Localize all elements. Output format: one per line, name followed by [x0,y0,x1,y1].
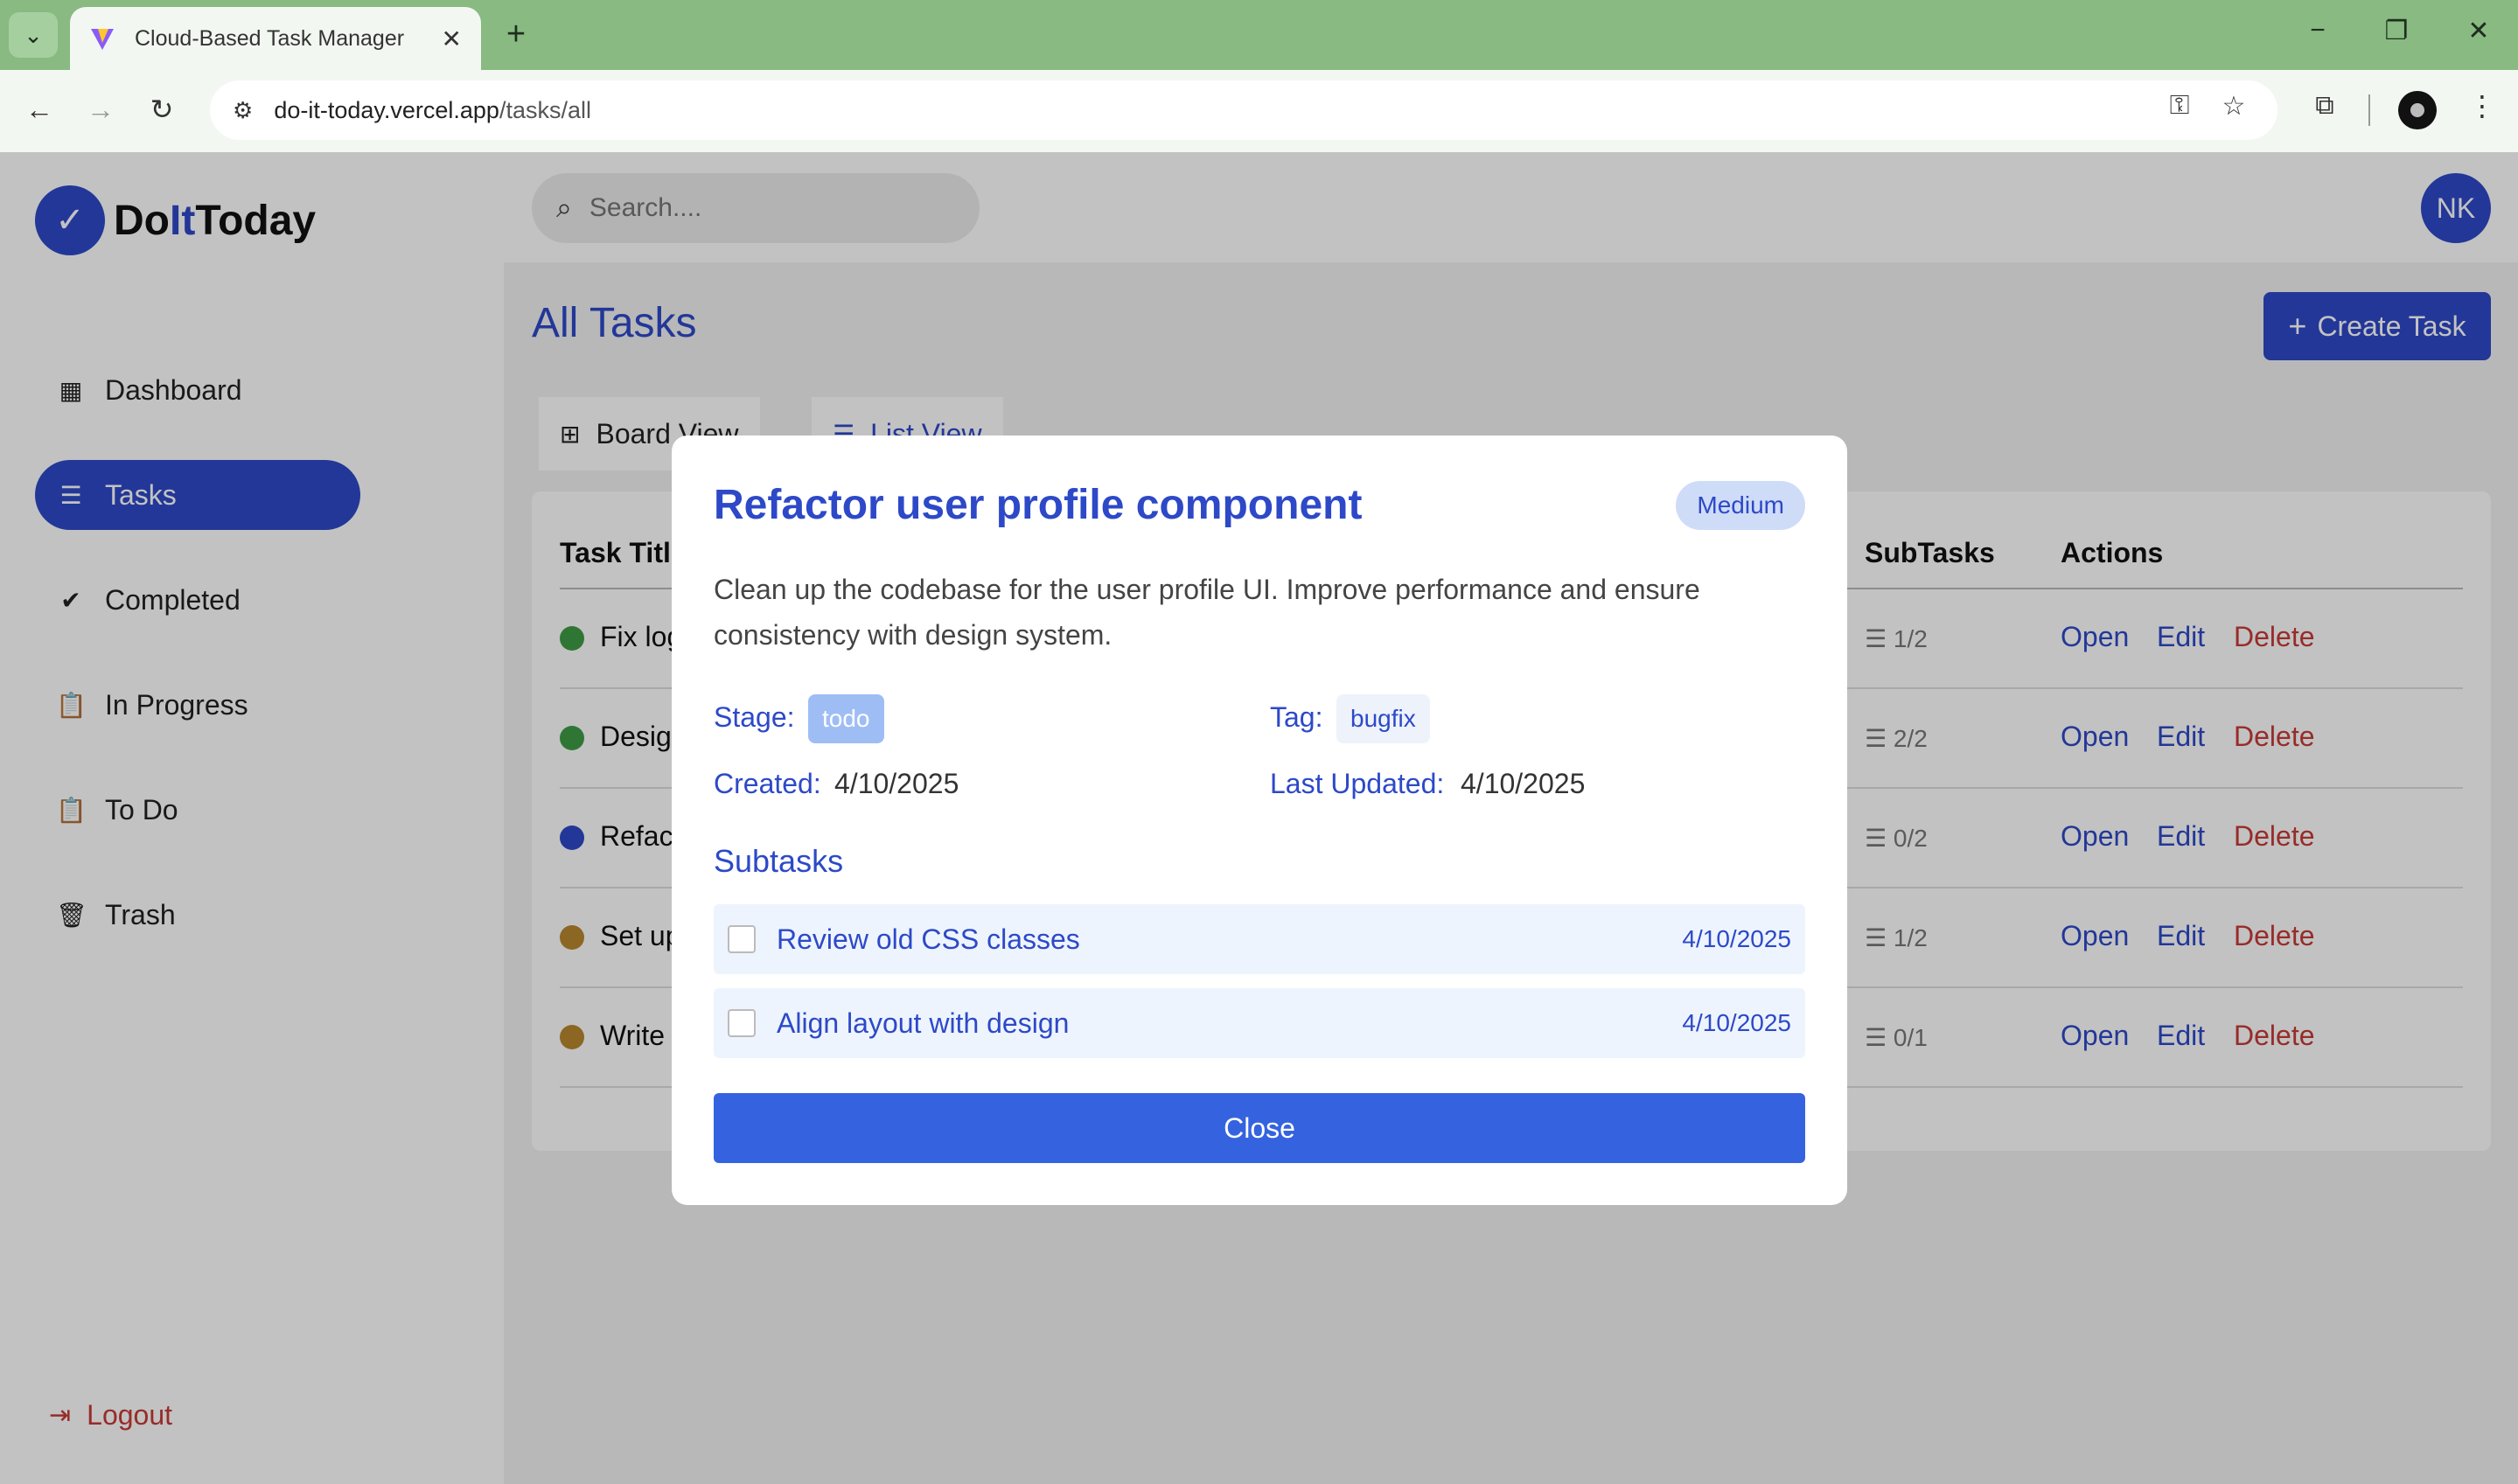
new-tab-button[interactable]: + [497,16,535,53]
browser-tab-strip: ⌄ Cloud-Based Task Manager ✕ + − ❐ ✕ [0,0,2518,70]
forward-arrow-icon[interactable]: → [79,87,122,131]
back-arrow-icon[interactable]: ← [17,87,61,131]
task-description: Clean up the codebase for the user profi… [714,574,1700,651]
toolbar-divider [2368,94,2370,126]
last-updated-value: 4/10/2025 [1461,768,1586,799]
task-detail-modal: Refactor user profile component Medium C… [672,435,1847,1205]
close-tab-icon[interactable]: ✕ [442,24,462,53]
stage-label: Stage: [714,701,795,733]
restore-button[interactable]: ❐ [2370,16,2423,46]
browser-tab-active[interactable]: Cloud-Based Task Manager ✕ [70,7,481,70]
tag-badge: bugfix [1336,694,1430,743]
stage-badge: todo [808,694,884,743]
bookmark-star-icon[interactable]: ☆ [2215,91,2253,122]
vite-favicon-icon [91,29,114,50]
password-key-icon[interactable]: ⚿ [2160,91,2199,121]
modal-title: Refactor user profile component [714,482,1363,528]
created-label: Created: [714,768,821,799]
created-value: 4/10/2025 [834,768,959,799]
subtask-date: 4/10/2025 [1682,925,1791,952]
subtasks-heading: Subtasks [714,843,844,879]
site-info-icon[interactable]: ⚙ [233,97,253,124]
tag-label: Tag: [1270,701,1323,733]
reload-icon[interactable]: ↻ [140,87,184,131]
priority-badge: Medium [1676,481,1805,530]
subtask-checkbox[interactable] [728,1009,756,1037]
browser-profile-avatar[interactable] [2398,91,2437,129]
address-bar[interactable]: ⚙ do-it-today.vercel.app/tasks/all [210,80,2277,140]
close-button[interactable]: Close [714,1093,1805,1163]
browser-menu-icon[interactable]: ⋮ [2463,89,2501,122]
subtask-date: 4/10/2025 [1682,1009,1791,1036]
close-window-button[interactable]: ✕ [2452,16,2505,46]
subtask-title: Review old CSS classes [777,923,1080,955]
tab-search-button[interactable]: ⌄ [9,12,58,58]
chevron-down-icon: ⌄ [24,21,43,48]
url-text: do-it-today.vercel.app/tasks/all [274,96,591,123]
tab-title: Cloud-Based Task Manager [135,25,405,51]
subtask-title: Align layout with design [777,1007,1070,1039]
subtask-checkbox[interactable] [728,925,756,953]
extensions-icon[interactable]: ⧉ [2305,91,2344,121]
minimize-button[interactable]: − [2291,16,2344,45]
subtask-item: Review old CSS classes 4/10/2025 [714,904,1805,974]
subtask-item: Align layout with design 4/10/2025 [714,988,1805,1058]
last-updated-label: Last Updated: [1270,768,1445,799]
